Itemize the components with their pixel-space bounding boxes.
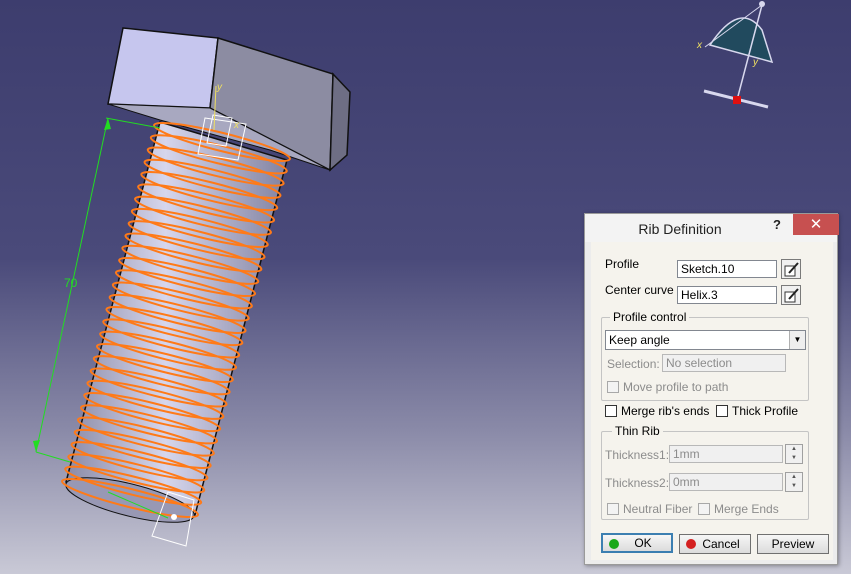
- help-button[interactable]: ?: [769, 217, 785, 235]
- neutral-fiber-checkbox[interactable]: [607, 503, 619, 515]
- spin-down-icon[interactable]: ▼: [786, 482, 802, 491]
- profile-label: Profile: [605, 257, 640, 271]
- thickness1-field[interactable]: 1mm: [669, 445, 783, 463]
- thickness1-label: Thickness1:: [605, 448, 670, 462]
- thin-rib-title: Thin Rib: [612, 424, 663, 438]
- chevron-down-icon[interactable]: ▼: [789, 331, 805, 349]
- compass-top-knob[interactable]: [759, 1, 765, 7]
- close-button[interactable]: ✕: [793, 214, 839, 235]
- spin-up-icon[interactable]: ▲: [786, 445, 802, 454]
- cancel-button[interactable]: Cancel: [679, 534, 751, 554]
- selection-field[interactable]: No selection: [662, 354, 786, 372]
- profile-control-title: Profile control: [610, 310, 690, 324]
- dialog-title: Rib Definition: [638, 221, 722, 237]
- compass-anchor[interactable]: [733, 96, 741, 104]
- thick-profile-checkbox[interactable]: [716, 405, 728, 417]
- thickness2-label: Thickness2:: [605, 476, 670, 490]
- profile-edit-button[interactable]: [781, 259, 801, 279]
- profile-control-select[interactable]: Keep angle ▼: [605, 330, 806, 350]
- edit-sketch-icon: [784, 262, 799, 277]
- ok-status-icon: [609, 539, 619, 549]
- dimension-value[interactable]: 70: [64, 276, 77, 290]
- ok-button[interactable]: OK: [601, 533, 673, 553]
- thick-profile-label: Thick Profile: [732, 404, 799, 418]
- compass-x-label: x: [697, 40, 702, 51]
- merge-ribs-ends-label: Merge rib's ends: [621, 404, 710, 418]
- compass-quadrant: [708, 17, 774, 64]
- profile-field[interactable]: Sketch.10: [677, 260, 777, 278]
- sketch-point: [171, 514, 177, 520]
- edit-sketch-icon: [784, 288, 799, 303]
- dimension-extension-bottom: [35, 451, 71, 463]
- rib-definition-dialog: Rib Definition ? ✕ Profile Sketch.10 Cen…: [584, 213, 839, 565]
- dialog-content: Profile Sketch.10 Center curve Helix.3 P…: [591, 242, 833, 560]
- selection-label: Selection:: [607, 357, 660, 371]
- thickness2-spinner[interactable]: ▲ ▼: [785, 472, 803, 492]
- spin-down-icon[interactable]: ▼: [786, 454, 802, 463]
- profile-control-value: Keep angle: [609, 333, 670, 347]
- neutral-fiber-label: Neutral Fiber: [623, 502, 693, 516]
- preview-button[interactable]: Preview: [757, 534, 829, 554]
- cancel-label: Cancel: [702, 537, 740, 551]
- center-curve-label: Center curve: [605, 283, 674, 297]
- dialog-title-bar[interactable]: Rib Definition ? ✕: [585, 214, 839, 242]
- dimension-extension-top: [105, 117, 161, 129]
- dimension-arrow-bottom: [33, 440, 40, 452]
- spin-up-icon[interactable]: ▲: [786, 473, 802, 482]
- move-profile-label: Move profile to path: [623, 380, 729, 394]
- merge-ends-label: Merge Ends: [714, 502, 779, 516]
- compass-y-label: y: [753, 57, 758, 68]
- cancel-status-icon: [686, 539, 696, 549]
- move-profile-checkbox[interactable]: [607, 381, 619, 393]
- dimension-arrow-top: [104, 118, 111, 130]
- axis-y-label: y: [217, 82, 222, 93]
- axis-x-label: x: [234, 120, 239, 131]
- merge-ends-checkbox[interactable]: [698, 503, 710, 515]
- ok-label: OK: [634, 536, 652, 550]
- center-curve-edit-button[interactable]: [781, 285, 801, 305]
- merge-ribs-ends-checkbox[interactable]: [605, 405, 617, 417]
- thickness2-field[interactable]: 0mm: [669, 473, 783, 491]
- bolt-head-top-face: [107, 27, 219, 109]
- thickness1-spinner[interactable]: ▲ ▼: [785, 444, 803, 464]
- center-curve-field[interactable]: Helix.3: [677, 286, 777, 304]
- bolt-head-edge-face: [329, 72, 351, 172]
